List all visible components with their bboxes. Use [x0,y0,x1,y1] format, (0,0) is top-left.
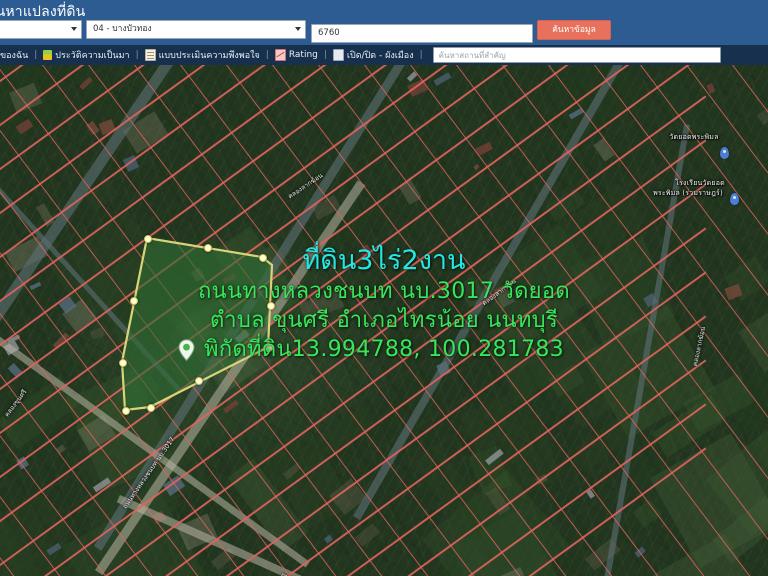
nav-item-satisfaction-survey[interactable]: แบบประเมินความพึงพอใจ [144,48,260,62]
nav-item-city-plan-toggle-label: เปิด/ปิด - ผังเมือง [346,51,414,61]
tambon-select-text: 04 - บางบัวทอง [93,24,152,34]
chevron-down-icon [295,27,301,31]
nav-item-satisfaction-survey-label: แบบประเมินความพึงพอใจ [158,51,260,61]
map-poi-pin-icon[interactable] [730,193,739,206]
toggle-icon [332,49,344,61]
tambon-select[interactable]: 04 - บางบัวทอง [86,20,306,39]
map-poi-pin-icon[interactable] [720,147,729,160]
search-button[interactable]: ค้นหาข้อมูล [537,20,611,40]
map-bare-patch [298,289,344,323]
nav-separator: | [135,50,139,60]
secondary-navbar: ของฉัน | ประวัติความเป็นมา | แบบประเมินค… [0,45,768,65]
place-search-input[interactable] [432,47,721,63]
nav-item-history-label: ประวัติความเป็นมา [55,51,130,61]
nav-item-mine[interactable]: ของฉัน [0,48,28,62]
nav-item-city-plan-toggle[interactable]: เปิด/ปิด - ผังเมือง [332,48,414,62]
map-field-block [197,171,242,232]
amphoe-select-value[interactable] [0,20,82,39]
map-building [29,281,41,291]
rating-icon [274,49,286,61]
document-icon [144,49,156,61]
parcel-number-input[interactable] [311,23,533,43]
nav-separator: | [323,50,327,60]
nav-separator: | [265,50,269,60]
page-header: ค้นหาแปลงที่ดิน 04 - บางบัวทอง ค้นหาข้อม… [0,0,768,45]
tambon-select-value[interactable]: 04 - บางบัวทอง [86,20,306,39]
map-building [407,78,428,97]
plant-icon [43,50,53,60]
nav-item-mine-label: ของฉัน [0,51,29,61]
nav-item-rating[interactable]: Rating [274,49,318,61]
parcel-number-field[interactable] [311,20,533,43]
nav-separator: | [34,50,38,60]
map-field-block [738,295,768,373]
map-field-block [0,366,87,464]
parcel-vertex[interactable] [265,344,273,352]
amphoe-select[interactable] [0,20,82,39]
nav-separator: | [419,50,423,60]
nav-item-history[interactable]: ประวัติความเป็นมา [43,48,130,62]
map-building [473,163,480,171]
land-parcel-search-page: ค้นหาแปลงที่ดิน 04 - บางบัวทอง ค้นหาข้อม… [0,0,768,576]
map-field-block [298,407,378,471]
nav-item-rating-label: Rating [288,50,318,60]
map-building [434,72,453,87]
satellite-map[interactable]: คลองลากฆ้อน คลองลากฆ้อน คลองขุนศรี ถนนทางหล… [0,65,768,576]
chevron-down-icon [71,27,77,31]
